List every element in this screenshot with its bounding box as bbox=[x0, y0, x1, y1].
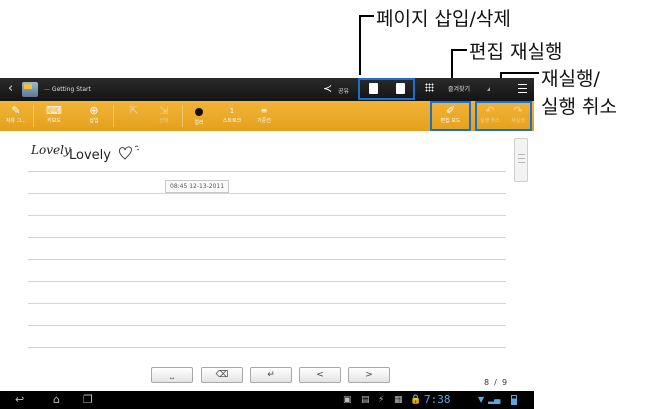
delete-page-icon[interactable] bbox=[396, 83, 405, 94]
clock-time: 7:38 bbox=[424, 393, 451, 406]
ruled-line bbox=[28, 237, 506, 238]
usb-icon: ⚡ bbox=[378, 395, 385, 405]
edit-redo-button[interactable]: ✐ 편집 모드 bbox=[432, 101, 469, 131]
divider bbox=[33, 105, 34, 127]
tool-keyboard[interactable]: ⌨ 키보드 bbox=[40, 101, 68, 131]
divider bbox=[182, 105, 183, 127]
document-icon: ▤ bbox=[361, 395, 370, 405]
callout-leader bbox=[500, 72, 539, 74]
timestamp-stamp: 08:45 12-13-2011 bbox=[165, 180, 230, 193]
system-bar: ↩ ⌂ ❐ ▣ ▤ ⚡ ▦ 🔒 7:38 ▼ ▂▄ bbox=[0, 391, 534, 409]
tool-select-1[interactable]: ⇱ bbox=[120, 101, 148, 131]
heart-doodle-icon bbox=[118, 145, 140, 160]
select-icon: ⇲ bbox=[159, 104, 169, 117]
menu-icon[interactable] bbox=[518, 84, 527, 93]
ruled-line bbox=[28, 325, 506, 326]
note-toolbar: ✎ 자유 그... ⌨ 키보드 ⊕ 삽입 ⇱ ⇲ 선택 컬러 1 스트로크 ≡ … bbox=[0, 101, 534, 131]
page-indicator: 8 / 9 bbox=[484, 378, 508, 387]
backspace-key[interactable]: ⌫ bbox=[201, 367, 243, 383]
tool-stroke[interactable]: 1 스트로크 bbox=[216, 101, 248, 131]
next-key[interactable]: > bbox=[348, 367, 390, 383]
gallery-icon: ▣ bbox=[343, 395, 352, 405]
page-scrollbar[interactable] bbox=[514, 138, 528, 182]
insert-icon: ⊕ bbox=[89, 104, 99, 117]
ruled-line bbox=[28, 215, 506, 216]
redo-icon: ↷ bbox=[513, 104, 523, 117]
wifi-icon: ▼ bbox=[478, 395, 485, 404]
callout-redo-undo: 실행 취소 bbox=[541, 96, 617, 118]
title-bar: ‹ — Getting Start ≺ 공유 즐겨찾기 bbox=[0, 78, 534, 101]
bookmark-label[interactable]: 즐겨찾기 bbox=[448, 84, 470, 93]
space-key[interactable]: ⎵ bbox=[151, 367, 193, 383]
select-icon: ⇱ bbox=[129, 104, 139, 117]
lock-icon: 🔒 bbox=[410, 395, 422, 405]
tool-select-2[interactable]: ⇲ 선택 bbox=[150, 101, 178, 131]
ruled-line bbox=[28, 171, 506, 172]
divider bbox=[113, 105, 114, 127]
tool-baseline[interactable]: ≡ 기준선 bbox=[250, 101, 278, 131]
undo-icon: ↶ bbox=[485, 104, 495, 117]
insert-page-icon[interactable] bbox=[369, 83, 378, 94]
callout-leader bbox=[359, 15, 361, 75]
note-page[interactable] bbox=[0, 131, 534, 391]
sd-icon: ▦ bbox=[394, 395, 403, 405]
share-label[interactable]: 공유 bbox=[338, 86, 349, 95]
tool-freehand[interactable]: ✎ 자유 그... bbox=[2, 101, 30, 131]
callout-redo-edit: 편집 재실행 bbox=[469, 41, 563, 63]
ruled-line bbox=[28, 259, 506, 260]
callout-leader bbox=[451, 49, 467, 51]
baseline-icon: ≡ bbox=[260, 106, 268, 115]
page-ops-highlight bbox=[358, 78, 415, 100]
undo-button[interactable]: ↶ 실행 취소 bbox=[477, 101, 503, 131]
enter-key[interactable]: ↵ bbox=[250, 367, 292, 383]
typed-word: Lovely bbox=[69, 148, 111, 163]
tool-color[interactable]: 컬러 bbox=[186, 101, 212, 131]
handwritten-word: Lovely bbox=[31, 143, 71, 157]
notebook-cover-icon[interactable] bbox=[22, 82, 38, 97]
stroke-icon: 1 bbox=[229, 107, 235, 115]
signal-icon: ▂▄ bbox=[488, 395, 501, 404]
callout-redo-undo: 재실행/ bbox=[541, 68, 600, 90]
edit-redo-icon: ✐ bbox=[445, 104, 456, 117]
callout-insert-delete-page: 페이지 삽입/삭제 bbox=[376, 8, 511, 30]
prev-key[interactable]: < bbox=[299, 367, 341, 383]
handwrite-icon: ✎ bbox=[11, 104, 21, 117]
home-icon[interactable]: ⌂ bbox=[53, 391, 60, 409]
back-icon[interactable]: ‹ bbox=[8, 81, 13, 97]
grid-view-icon[interactable] bbox=[425, 83, 434, 92]
notebook-title: — Getting Start bbox=[44, 86, 91, 93]
bookmark-arrow-icon[interactable] bbox=[487, 87, 490, 91]
ruled-line bbox=[28, 303, 506, 304]
recent-apps-icon[interactable]: ❐ bbox=[83, 391, 93, 409]
tool-insert[interactable]: ⊕ 삽입 bbox=[80, 101, 108, 131]
ruled-line bbox=[28, 347, 506, 348]
back-nav-icon[interactable]: ↩ bbox=[15, 391, 24, 409]
color-icon bbox=[186, 107, 212, 119]
callout-leader bbox=[359, 15, 374, 17]
battery-icon bbox=[511, 395, 517, 405]
keyboard-icon: ⌨ bbox=[46, 104, 62, 117]
ruled-line bbox=[28, 193, 506, 194]
ruled-line bbox=[28, 281, 506, 282]
redo-button[interactable]: ↷ 재실행 bbox=[505, 101, 531, 131]
share-icon[interactable]: ≺ bbox=[323, 82, 332, 95]
